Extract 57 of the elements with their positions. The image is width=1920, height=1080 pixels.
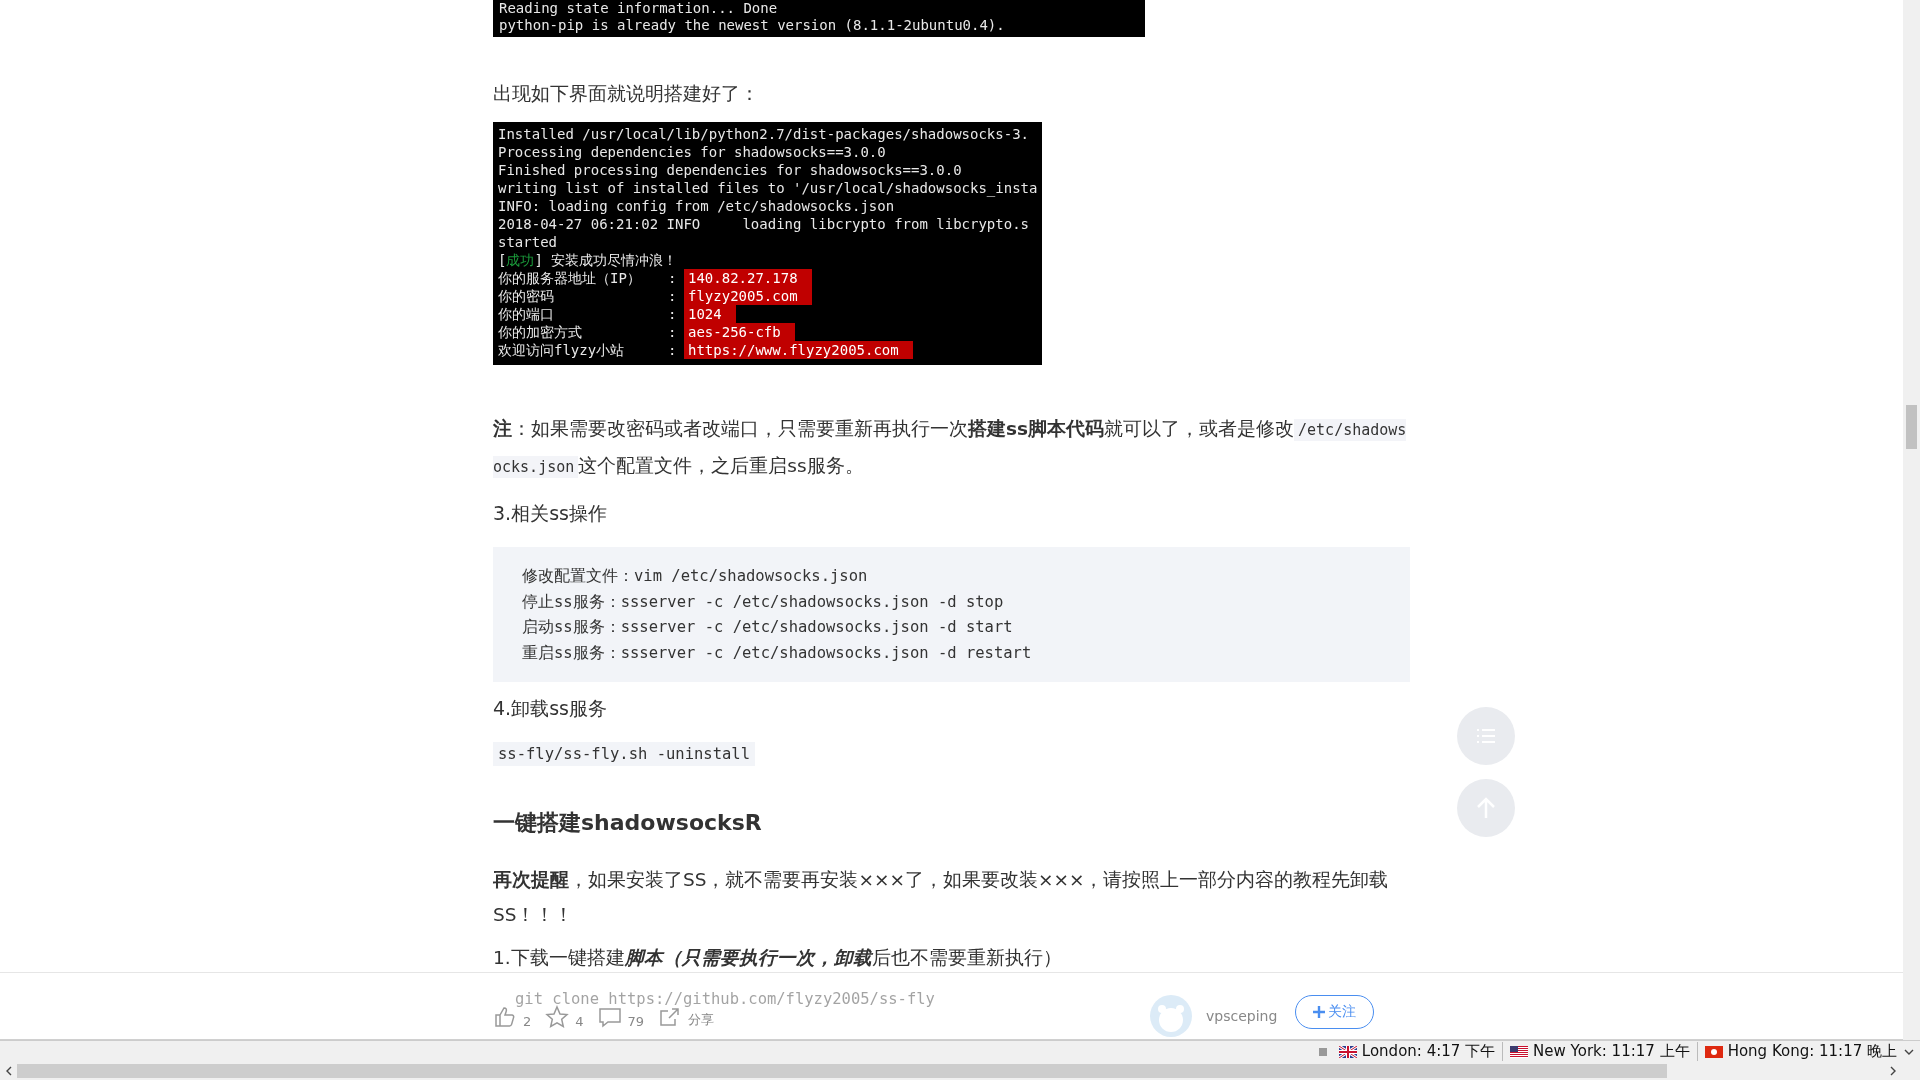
terminal-separator: : [668,287,678,305]
paragraph: 再次提醒，如果安装了SS，就不需要再安装×××了，如果要改装×××，请按照上一部分内容的教程先卸载SS！！！ [493,868,1390,927]
code-line: git clone https://github.com/flyzy2005/ss-fly [515,990,935,1008]
terminal-line: Processing dependencies for shadowsocks==3.0.0 [498,143,887,161]
flag-icon [1510,1045,1529,1058]
clock-text: New York: 11:17 上午 [1533,1042,1690,1061]
terminal-value: 140.82.27.178 [684,269,812,287]
follow-button[interactable]: 关注 [1295,995,1374,1029]
clock-text: London: 4:17 下午 [1361,1042,1496,1061]
terminal-line: INFO: loading config from /etc/shadowsocks.json [498,197,896,215]
terminal-separator: : [668,341,678,359]
flag-icon [1338,1045,1357,1058]
terminal-value: aes-256-cfb [684,323,795,341]
note-paragraph: 注：如果需要改密码或者改端口，只需要重新再执行一次搭建ss脚本代码就可以了，或者是修改 /etc/shadowsocks.json 这个配置文件，之后重启ss服务。 [493,417,1408,480]
clock-text: Hong Kong: 11:17 晚上 [1727,1042,1897,1061]
terminal-value: flyzy2005.com [684,287,812,305]
code-line: 启动ss服务：ssserver -c /etc/shadowsocks.json -d start [522,617,1014,638]
section-heading: 3.相关ss操作 [493,501,608,526]
arrow-right-icon[interactable] [1888,1066,1898,1076]
arrow-left-icon[interactable] [4,1066,14,1076]
code-line: 重启ss服务：ssserver -c /etc/shadowsocks.json -d restart [522,642,1033,664]
terminal-line: 2018-04-27 06:21:02 INFO loading libcrypto from libcrypto.s [498,215,1030,233]
terminal-line: [成功] 安装成功尽情冲浪！ [498,251,679,269]
terminal-label: 你的端口 [498,305,555,323]
terminal-separator: : [668,323,678,341]
terminal-label: 你的加密方式 [498,323,583,341]
collapse-icon[interactable] [1317,1046,1328,1057]
terminal-line: writing list of installed files to '/usr/local/shadowsocks_insta [498,179,1038,197]
section-heading: 一键搭建shadowsocksR [493,809,763,837]
terminal-value: https://www.flyzy2005.com [684,341,913,359]
inline-code: ss-fly/ss-fly.sh -uninstall [493,742,755,766]
terminal-line: started [498,233,558,251]
star-icon [545,1005,570,1029]
code-line: 修改配置文件：vim /etc/shadowsocks.json [522,566,869,587]
paragraph: 出现如下界面就说明搭建好了： [493,82,760,106]
paragraph: 1.下载一键搭建脚本（只需要执行一次，卸载后也不需要重新执行） [493,946,1063,970]
flag-icon [1704,1045,1723,1058]
star-button[interactable]: 4 [545,1005,584,1029]
code-line: 停止ss服务：ssserver -c /etc/shadowsocks.json -d stop [522,591,1005,613]
section-heading: 4.卸载ss服务 [493,696,608,721]
terminal-line: Reading state information... Done [499,0,779,17]
terminal-line: Finished processing dependencies for shadowsocks==3.0.0 [498,161,963,179]
terminal-label: 你的密码 [498,287,555,305]
terminal-label: 欢迎访问flyzy小站 [498,341,626,359]
plus-icon [1313,1006,1325,1018]
terminal-separator: : [668,269,678,287]
terminal-label: 你的服务器地址（IP） [498,269,642,287]
terminal-separator: : [668,305,678,323]
thumbs-up-icon [493,1005,517,1029]
avatar [1150,995,1192,1037]
terminal-value: 1024 [684,305,736,323]
terminal-line: python-pip is already the newest version (8.1.1-2ubuntu0.4). [499,17,1006,34]
comment-button[interactable]: 79 [597,1005,645,1029]
terminal-line: Installed /usr/local/lib/python2.7/dist-packages/shadowsocks-3. [498,125,1030,143]
author-name[interactable]: vpsceping [1206,1008,1278,1024]
comment-icon [597,1005,622,1029]
chevron-down-icon[interactable] [1904,1047,1914,1056]
